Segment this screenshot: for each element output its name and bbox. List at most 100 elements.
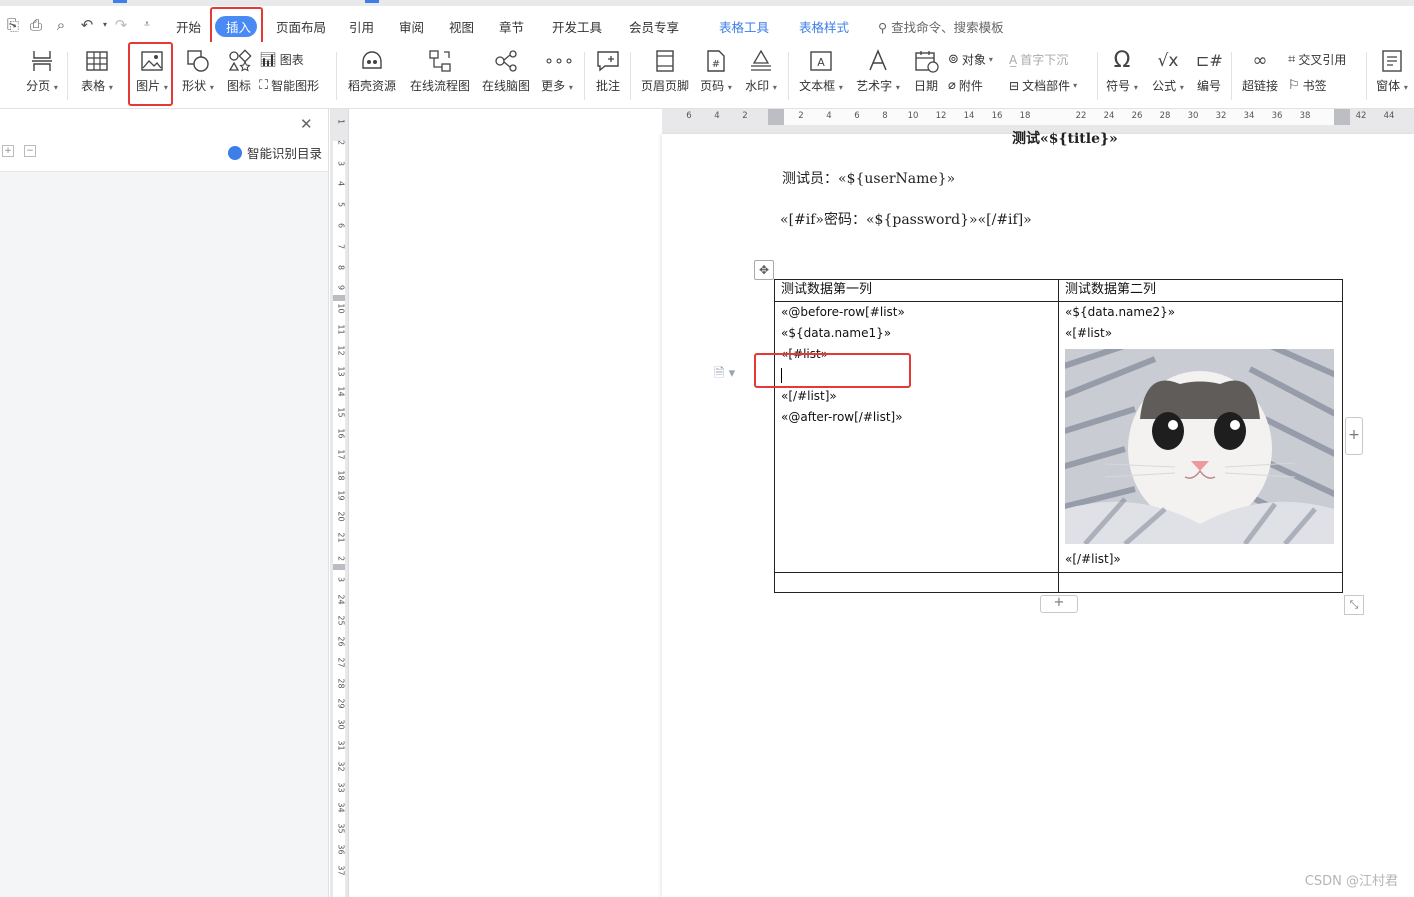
table-resize-handle[interactable]: ⤡	[1344, 595, 1364, 615]
tab-developer[interactable]: 开发工具	[552, 17, 602, 36]
svg-text:A: A	[817, 56, 825, 69]
calendar-icon	[915, 51, 939, 73]
vertical-margin-marker[interactable]	[333, 564, 345, 570]
drop-cap-button[interactable]: A̲ 首字下沉	[1009, 51, 1068, 68]
symbol-button[interactable]: Ω 符号 ▾	[1104, 48, 1140, 94]
tab-home[interactable]: 开始	[176, 17, 201, 36]
bookmark-icon: ⚐	[1288, 78, 1300, 93]
text-box-button[interactable]: A 文本框 ▾	[797, 48, 845, 94]
online-flowchart-button[interactable]: 在线流程图	[408, 48, 472, 94]
password-line[interactable]: «[#if»密码：«${password}»«[/#if]»	[780, 209, 1032, 229]
doc-parts-button[interactable]: ⊟ 文档部件 ▾	[1009, 77, 1077, 94]
smart-toc-button[interactable]: 智能识别目录	[228, 143, 322, 162]
paragraph-menu-icon[interactable]: 🗎︎ ▾	[714, 364, 735, 386]
date-button[interactable]: 日期	[910, 48, 942, 94]
doc-title[interactable]: 测试«${title}»	[1012, 128, 1118, 148]
cell-line[interactable]: «${data.name2}»	[1065, 302, 1336, 323]
page-number-button[interactable]: # 页码 ▾	[697, 48, 735, 94]
tab-view[interactable]: 视图	[449, 17, 474, 36]
redo-icon[interactable]: ↷	[112, 16, 130, 34]
attachment-icon: ⌀	[948, 78, 956, 93]
tab-table-tools[interactable]: 表格工具	[719, 17, 769, 36]
doc-parts-label: 文档部件	[1022, 79, 1071, 93]
smart-shape-button[interactable]: ⛶ 智能图形	[259, 77, 319, 94]
command-search[interactable]: ⚲ 查找命令、搜索模板	[878, 17, 1004, 36]
online-mindmap-button[interactable]: 在线脑图	[480, 48, 532, 94]
text-box-label: 文本框	[799, 79, 836, 93]
vertical-margin-marker[interactable]	[333, 295, 345, 301]
tab-member[interactable]: 会员专享	[629, 17, 679, 36]
search-icon: ⚲	[878, 20, 888, 35]
export-icon[interactable]: ⎘	[4, 16, 22, 34]
right-indent-marker[interactable]	[1334, 109, 1350, 125]
ruler-tick-label: 17	[336, 449, 346, 460]
icon-button[interactable]: 图标	[222, 48, 256, 94]
add-row-button[interactable]: +	[1040, 595, 1078, 613]
ruler-tick-label: 3	[336, 160, 346, 166]
chart-label: 图表	[279, 53, 304, 67]
ruler-tick-label: 25	[336, 615, 346, 626]
smart-shape-label: 智能图形	[271, 79, 320, 93]
cat-photo[interactable]	[1065, 349, 1334, 544]
form-button[interactable]: 窗体 ▾	[1372, 48, 1412, 94]
document-page[interactable]: 测试«${title}» 测试员：«${userName}» «[#if»密码：…	[662, 131, 1414, 897]
docer-resources-button[interactable]: 稻壳资源	[345, 48, 399, 94]
table-move-handle[interactable]: ✥	[754, 260, 774, 280]
page-break-button[interactable]: 分页 ▾	[24, 48, 60, 94]
cell-line[interactable]: «${data.name1}»	[781, 323, 1052, 344]
table-header-cell[interactable]: 测试数据第二列	[1058, 279, 1343, 302]
ruler-tick-label: 10	[907, 111, 919, 121]
shape-button[interactable]: 形状 ▾	[178, 48, 218, 94]
object-button[interactable]: ⊚ 对象 ▾	[948, 51, 993, 68]
cell-line[interactable]: «@after-row[/#list]»	[781, 407, 1052, 428]
print-preview-icon[interactable]: ⌕	[52, 16, 70, 34]
tab-chapter[interactable]: 章节	[499, 17, 524, 36]
comment-button[interactable]: 批注	[592, 48, 624, 94]
formula-button[interactable]: √x 公式 ▾	[1150, 48, 1186, 94]
cross-reference-button[interactable]: ⌗ 交叉引用	[1288, 51, 1346, 68]
table-label: 表格	[81, 79, 106, 93]
undo-icon[interactable]: ↶	[78, 16, 96, 34]
menu-bar: ⎘ ⎙ ⌕ ↶ ▾ ↷ ⩡ 开始 插入 页面布局 引用 审阅 视图 章节 开发工…	[0, 6, 1414, 45]
template-table[interactable]: 测试数据第一列 测试数据第二列 «@before-row[#list» «${d…	[774, 279, 1343, 593]
close-icon[interactable]: ✕	[300, 115, 313, 133]
expand-all-icon[interactable]: +	[2, 145, 14, 157]
numbering-icon: ⊏#	[1196, 51, 1223, 70]
tab-page-layout[interactable]: 页面布局	[276, 17, 326, 36]
numbering-button[interactable]: ⊏# 编号	[1193, 48, 1225, 94]
tester-line[interactable]: 测试员：«${userName}»	[782, 168, 955, 188]
cell-line[interactable]: «@before-row[#list»	[781, 302, 1052, 323]
table-button[interactable]: 表格 ▾	[77, 48, 117, 94]
customize-icon[interactable]: ⩡	[138, 16, 156, 34]
tab-references[interactable]: 引用	[349, 17, 374, 36]
attachment-button[interactable]: ⌀ 附件	[948, 77, 983, 94]
table-cell-col1[interactable]: «@before-row[#list» «${data.name1}» «[#l…	[774, 301, 1059, 573]
tab-table-style[interactable]: 表格样式	[799, 17, 849, 36]
watermark-button[interactable]: 水印 ▾	[742, 48, 780, 94]
chart-button[interactable]: 📊︎ 图表	[259, 51, 304, 68]
cross-reference-label: 交叉引用	[1298, 53, 1347, 67]
table-cell-empty[interactable]	[1058, 572, 1343, 593]
hyperlink-button[interactable]: ∞ 超链接	[1239, 48, 1281, 94]
ruler-tick-label: 4	[826, 111, 832, 121]
add-column-button[interactable]: +	[1345, 417, 1363, 455]
print-icon[interactable]: ⎙	[27, 16, 45, 34]
canvas-margin	[349, 134, 662, 897]
cell-line[interactable]: «[/#list]»	[1065, 549, 1336, 570]
ruler-tick-label: 30	[1187, 111, 1199, 121]
bookmark-button[interactable]: ⚐ 书签	[1288, 77, 1327, 94]
table-header-cell[interactable]: 测试数据第一列	[774, 279, 1059, 302]
more-button[interactable]: ∘∘∘ 更多 ▾	[538, 48, 576, 94]
table-cell-empty[interactable]	[774, 572, 1059, 593]
word-art-button[interactable]: 艺术字 ▾	[854, 48, 902, 94]
annotation-box-insert	[210, 7, 263, 45]
tab-review[interactable]: 审阅	[399, 17, 424, 36]
header-footer-button[interactable]: 页眉页脚	[638, 48, 692, 94]
left-indent-marker[interactable]	[768, 109, 784, 125]
cell-line[interactable]: «[#list»	[1065, 323, 1336, 344]
cell-line[interactable]: «[/#list]»	[781, 386, 1052, 407]
table-cell-col2[interactable]: «${data.name2}» «[#list» «[/#list]»	[1058, 301, 1343, 573]
collapse-all-icon[interactable]: −	[24, 145, 36, 157]
link-icon: ∞	[1252, 50, 1268, 71]
icons-icon	[228, 49, 252, 72]
